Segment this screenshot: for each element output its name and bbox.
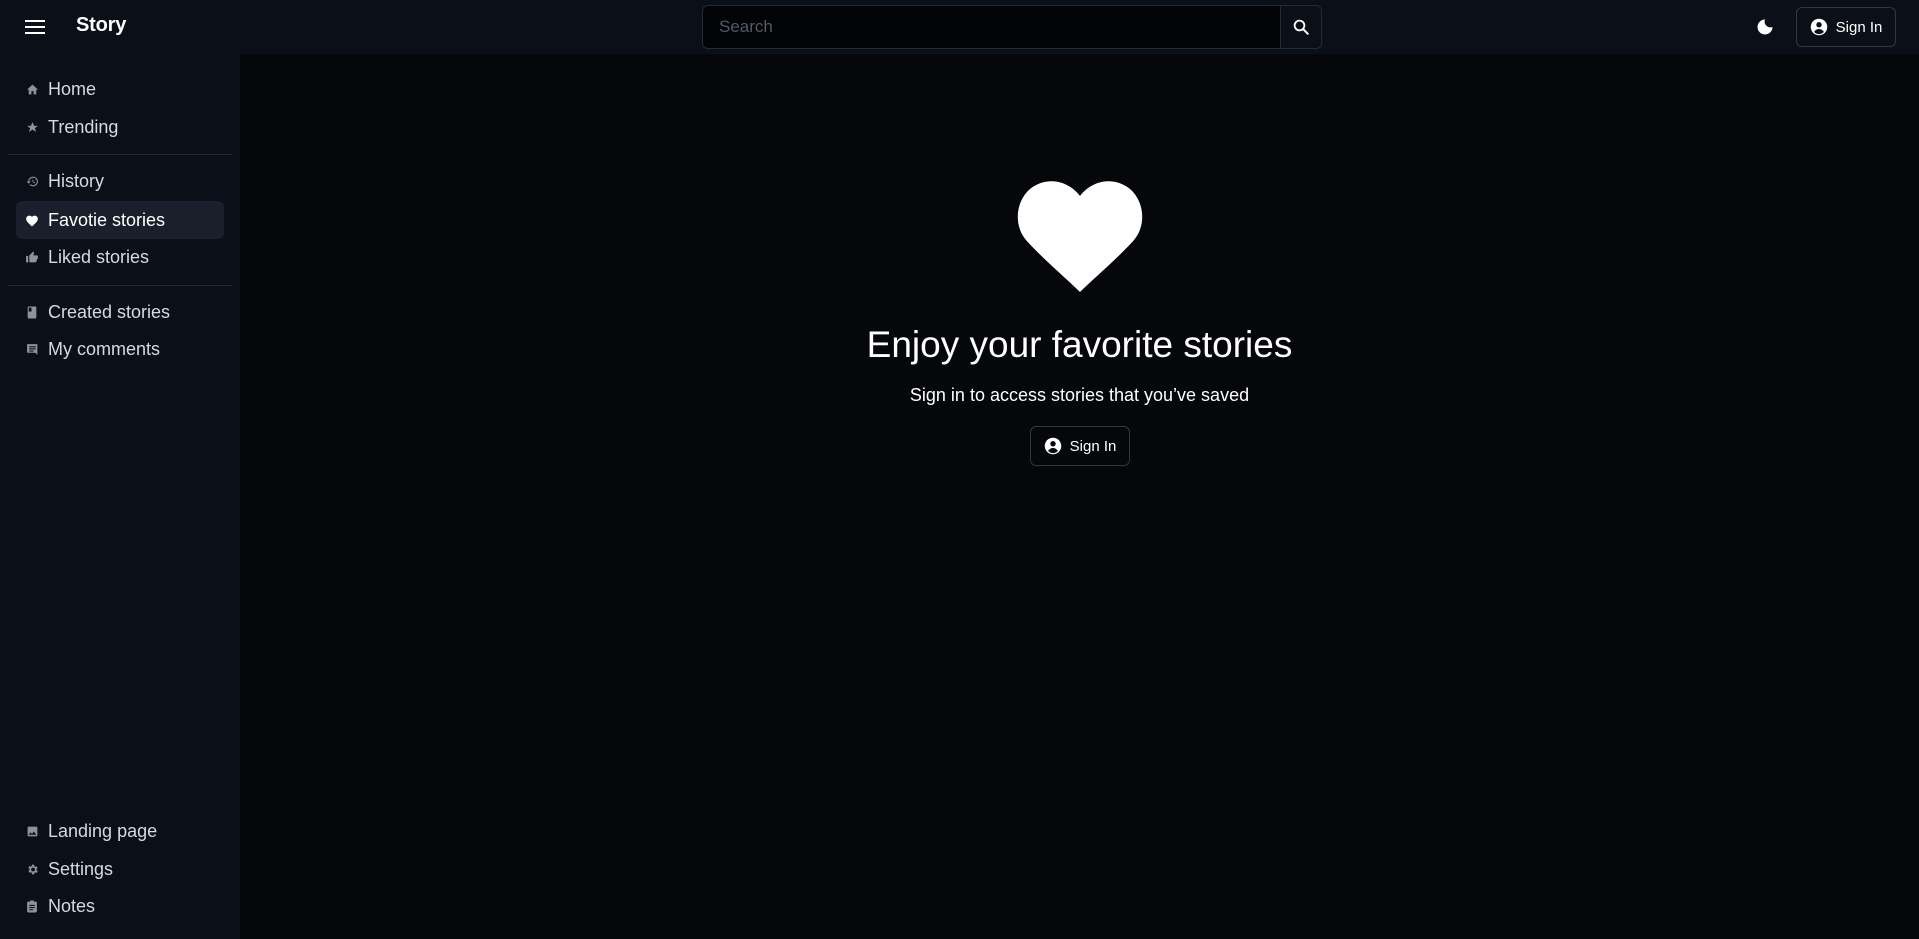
heart-icon: [1017, 181, 1143, 292]
search-input[interactable]: [702, 5, 1280, 49]
sign-in-label: Sign In: [1069, 437, 1117, 455]
sign-in-button[interactable]: Sign In: [1796, 7, 1896, 47]
comment-icon: [26, 343, 37, 355]
heart-icon: [26, 215, 38, 226]
sidebar-item-label: My comments: [48, 338, 161, 359]
sidebar-item-history[interactable]: History: [16, 162, 224, 200]
sidebar: Home Trending History Favotie stories Li…: [0, 54, 240, 939]
sidebar-item-liked-stories[interactable]: Liked stories: [16, 238, 224, 276]
sidebar-item-label: History: [48, 170, 105, 191]
brand-logo[interactable]: Story: [76, 14, 126, 37]
sidebar-divider: [8, 285, 232, 286]
sidebar-item-label: Home: [48, 78, 97, 99]
sidebar-divider: [8, 154, 232, 155]
search-button[interactable]: [1280, 5, 1322, 49]
sidebar-item-my-comments[interactable]: My comments: [16, 330, 224, 368]
home-icon: [26, 84, 38, 94]
search-bar: [702, 5, 1322, 49]
star-icon: [26, 121, 38, 132]
sidebar-item-trending[interactable]: Trending: [16, 108, 224, 146]
book-icon: [27, 306, 37, 318]
sidebar-item-created-stories[interactable]: Created stories: [16, 293, 224, 331]
clipboard-icon: [27, 899, 37, 912]
search-icon: [1293, 19, 1309, 35]
empty-state-sign-in-button[interactable]: Sign In: [1030, 426, 1130, 466]
menu-button[interactable]: [20, 12, 50, 42]
sidebar-item-favorite-stories[interactable]: Favotie stories: [16, 201, 224, 239]
top-bar: Story Sign In: [0, 0, 1919, 54]
account-circle-icon: [1810, 18, 1827, 36]
sidebar-item-label: Notes: [48, 895, 96, 916]
history-icon: [26, 176, 38, 186]
sidebar-item-label: Settings: [48, 858, 114, 879]
sidebar-item-label: Landing page: [48, 820, 158, 841]
sidebar-item-notes[interactable]: Notes: [16, 887, 224, 925]
sidebar-item-settings[interactable]: Settings: [16, 850, 224, 888]
menu-icon: [25, 20, 45, 34]
sidebar-item-label: Trending: [48, 116, 119, 137]
empty-state-title: Enjoy your favorite stories: [866, 324, 1293, 365]
account-circle-icon: [1044, 437, 1061, 455]
moon-icon: [1757, 19, 1773, 35]
sidebar-item-home[interactable]: Home: [16, 70, 224, 108]
sign-in-label: Sign In: [1835, 18, 1883, 36]
empty-state-subtitle: Sign in to access stories that you’ve sa…: [909, 385, 1250, 405]
main-content: Enjoy your favorite stories Sign in to a…: [240, 54, 1919, 939]
image-icon: [27, 826, 37, 836]
theme-toggle-button[interactable]: [1752, 14, 1778, 40]
sidebar-item-landing-page[interactable]: Landing page: [16, 812, 224, 850]
sidebar-item-label: Liked stories: [48, 246, 150, 267]
sidebar-item-label: Created stories: [48, 301, 171, 322]
gear-icon: [27, 864, 38, 874]
sidebar-item-label: Favotie stories: [48, 209, 166, 230]
thumb-up-icon: [26, 251, 38, 262]
